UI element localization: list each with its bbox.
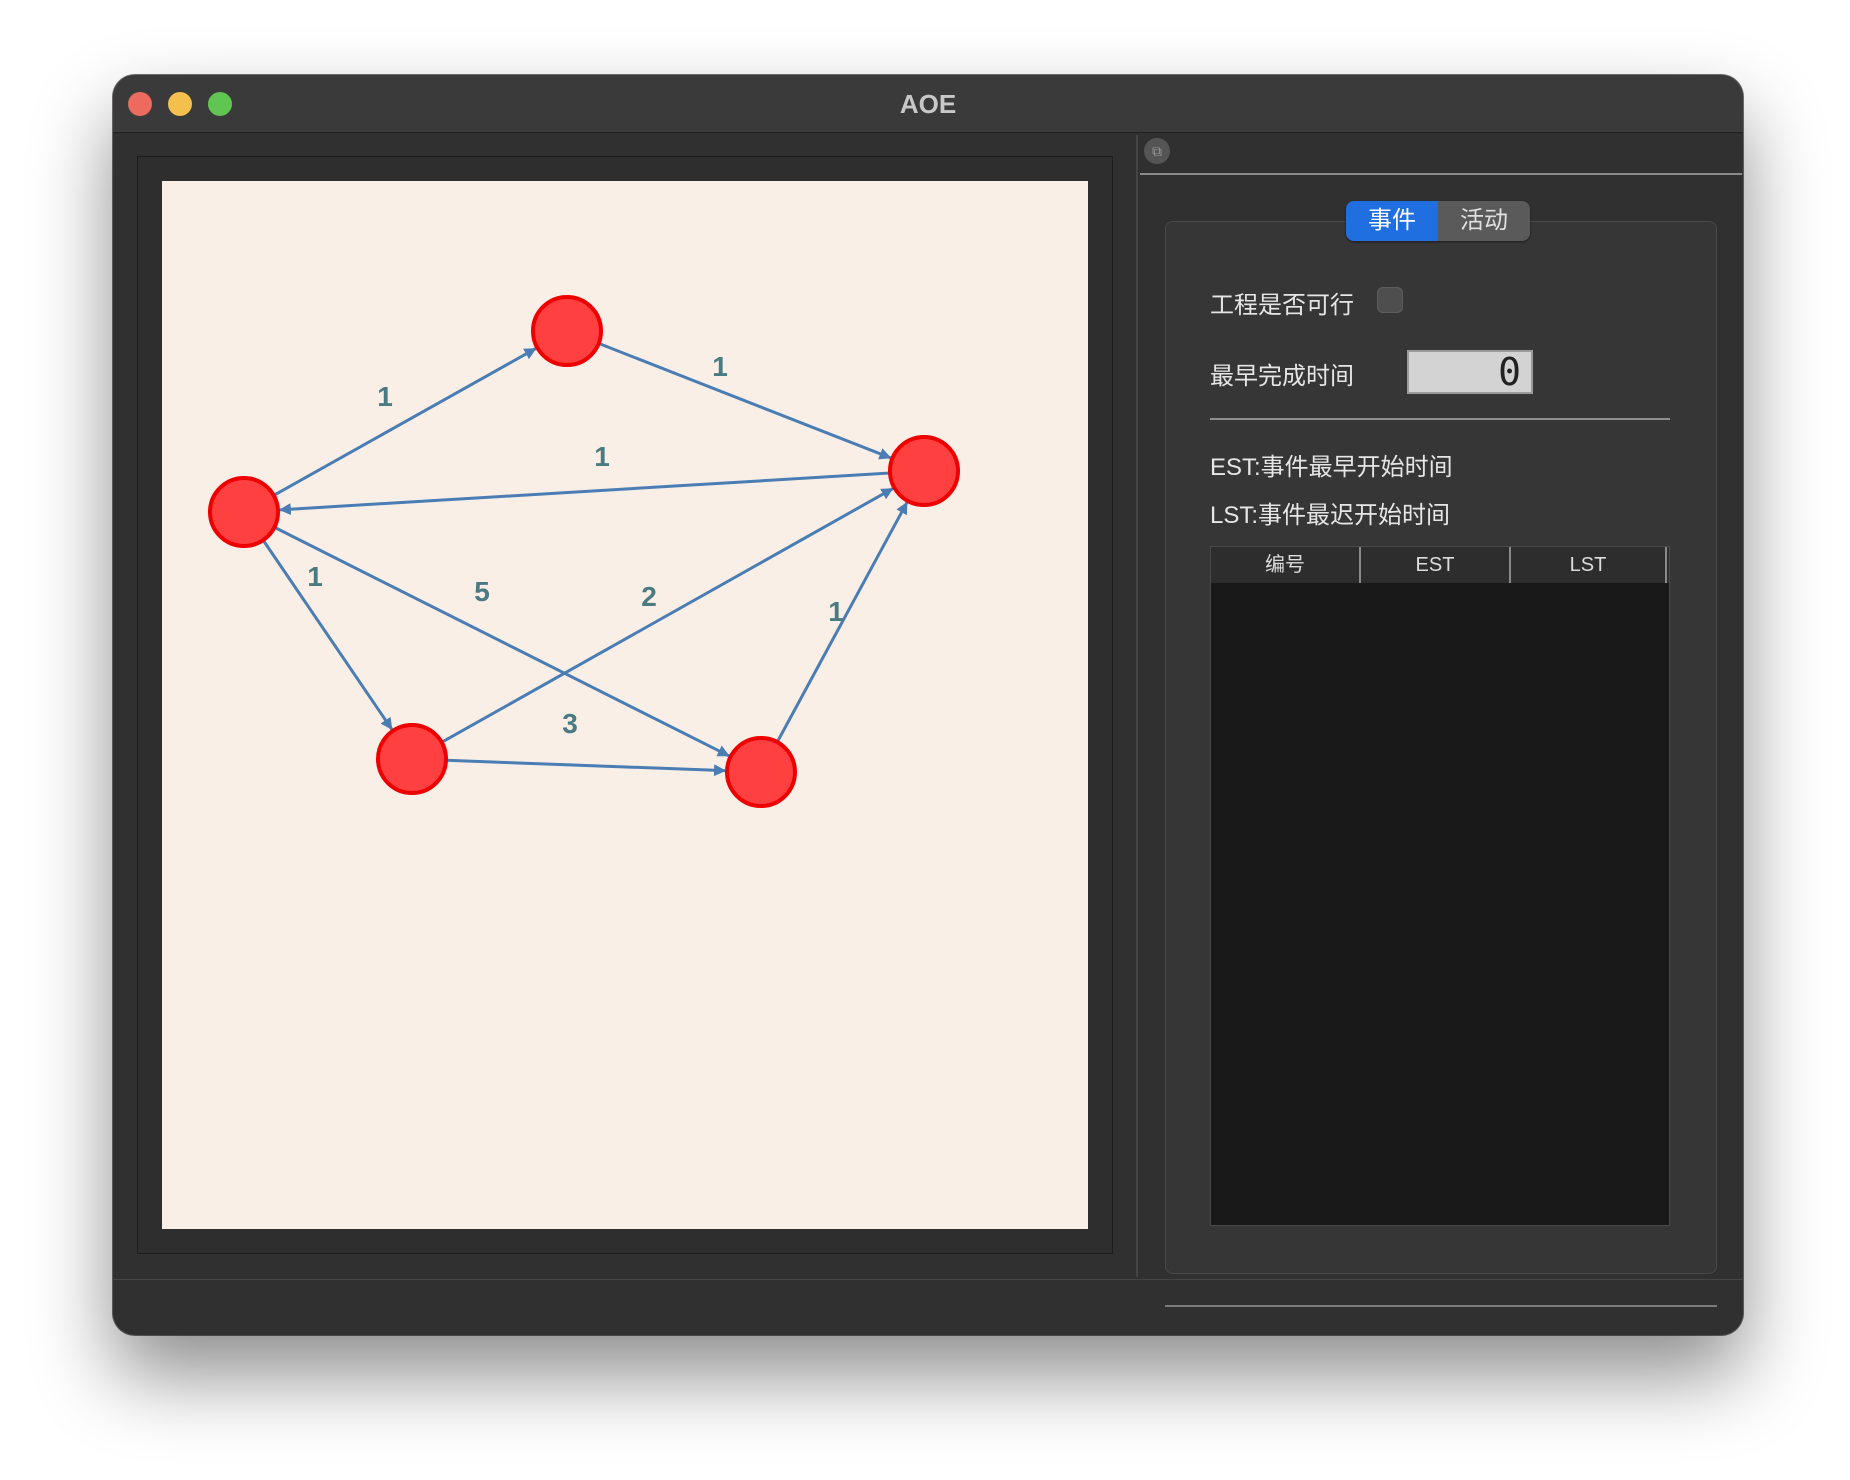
window-title: AOE — [899, 89, 957, 119]
edge-arrow[interactable] — [278, 471, 891, 516]
table-header: 编号 EST LST — [1211, 547, 1669, 583]
edge-weight-label: 1 — [307, 561, 323, 592]
edge-weight-label: 2 — [641, 581, 657, 612]
tab-events[interactable]: 事件 — [1346, 201, 1438, 241]
edge-arrow[interactable] — [440, 487, 894, 744]
events-table[interactable]: 编号 EST LST — [1210, 546, 1670, 1226]
app-window: AOE 1 1 1 1 5 2 3 1 ⧉ 事件 活动 工程是否可行 最早完成时间 0 EST… — [113, 75, 1743, 1335]
event-node[interactable] — [531, 295, 603, 367]
tab-activities[interactable]: 活动 — [1438, 201, 1530, 241]
edge-weight-label: 3 — [562, 708, 578, 739]
edge-weight-label: 5 — [474, 576, 490, 607]
earliest-finish-display: 0 — [1407, 350, 1533, 394]
splitter[interactable] — [1136, 135, 1138, 1277]
edge-arrow[interactable] — [598, 342, 892, 460]
feasible-checkbox[interactable] — [1377, 287, 1403, 313]
event-node[interactable] — [208, 476, 280, 548]
edge-arrow[interactable] — [445, 758, 727, 777]
feasible-label: 工程是否可行 — [1210, 292, 1354, 319]
title-bar: AOE — [113, 75, 1743, 133]
edge-weight-label: 1 — [594, 441, 610, 472]
lst-description: LST:事件最迟开始时间 — [1210, 502, 1451, 529]
edge-arrow[interactable] — [273, 525, 730, 758]
view-tabs: 事件 活动 — [1346, 201, 1530, 241]
aoe-graph[interactable]: 1 1 1 1 5 2 3 1 — [162, 181, 1088, 1229]
column-header-est[interactable]: EST — [1361, 547, 1511, 583]
edge-weight-label: 1 — [712, 351, 728, 382]
event-node[interactable] — [725, 736, 797, 808]
divider — [1210, 418, 1670, 420]
est-description: EST:事件最早开始时间 — [1210, 454, 1453, 481]
status-bar-divider — [113, 1279, 1743, 1280]
dock-title-divider — [1140, 173, 1742, 175]
event-node[interactable] — [888, 435, 960, 507]
earliest-finish-label: 最早完成时间 — [1210, 363, 1354, 390]
status-line — [1165, 1305, 1717, 1307]
edge-arrow[interactable] — [272, 347, 537, 497]
edge-arrow[interactable] — [261, 539, 393, 731]
column-header-id[interactable]: 编号 — [1211, 547, 1361, 583]
edge-weight-label: 1 — [828, 596, 844, 627]
event-node[interactable] — [376, 723, 448, 795]
column-header-lst[interactable]: LST — [1511, 547, 1667, 583]
graph-canvas[interactable]: 1 1 1 1 5 2 3 1 — [162, 181, 1088, 1229]
undock-icon[interactable]: ⧉ — [1144, 138, 1170, 164]
edge-weight-label: 1 — [377, 381, 393, 412]
